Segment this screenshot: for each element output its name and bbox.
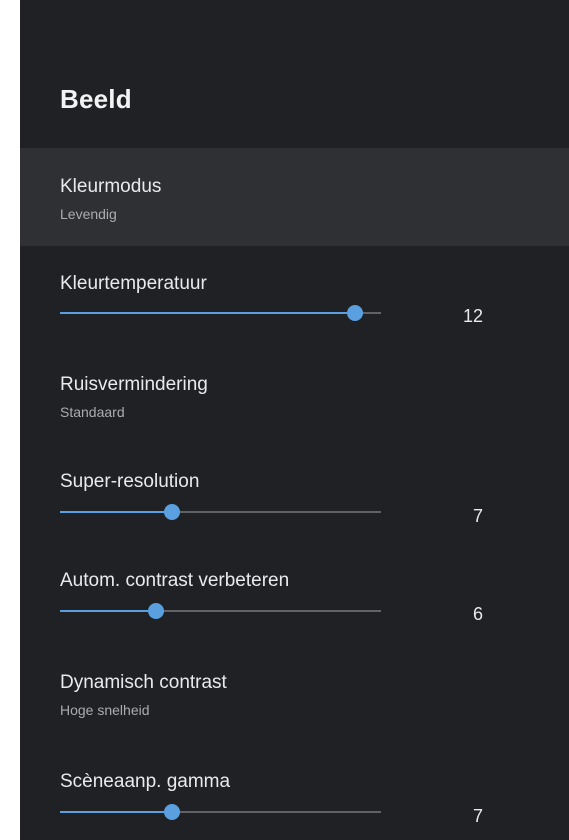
- setting-label: Super-resolution: [60, 471, 200, 492]
- color-temperature-slider[interactable]: [60, 305, 381, 321]
- settings-panel: Beeld Kleurmodus Levendig Kleurtemperatu…: [20, 0, 569, 840]
- slider-thumb[interactable]: [347, 305, 364, 321]
- panel-header: Beeld: [20, 0, 569, 148]
- slider-thumb[interactable]: [148, 603, 165, 619]
- setting-noise-reduction[interactable]: Ruisvermindering Standaard: [20, 344, 569, 442]
- setting-scene-gamma[interactable]: Scèneaanp. gamma 7: [20, 736, 569, 834]
- setting-label: Kleurmodus: [60, 176, 162, 197]
- setting-label: Scèneaanp. gamma: [60, 771, 231, 792]
- super-resolution-slider[interactable]: [60, 504, 381, 520]
- auto-contrast-slider[interactable]: [60, 603, 381, 619]
- slider-fill: [60, 312, 356, 314]
- setting-color-temperature[interactable]: Kleurtemperatuur 12: [20, 246, 569, 344]
- setting-label: Kleurtemperatuur: [60, 273, 207, 294]
- slider-thumb[interactable]: [164, 804, 181, 820]
- slider-value: 7: [472, 806, 483, 826]
- slider-value: 12: [462, 306, 483, 326]
- slider-fill: [60, 511, 173, 513]
- slider-thumb[interactable]: [164, 504, 181, 520]
- scene-gamma-slider[interactable]: [60, 804, 381, 820]
- page-title: Beeld: [60, 84, 132, 114]
- setting-label: Ruisvermindering: [60, 374, 208, 395]
- slider-value: 6: [472, 604, 483, 624]
- setting-label: Autom. contrast verbeteren: [60, 570, 290, 591]
- setting-value: Hoge snelheid: [60, 702, 150, 718]
- setting-label: Dynamisch contrast: [60, 672, 227, 693]
- setting-value: Standaard: [60, 404, 125, 420]
- setting-color-mode[interactable]: Kleurmodus Levendig: [20, 148, 569, 246]
- slider-fill: [60, 811, 173, 813]
- setting-value: Levendig: [60, 206, 117, 222]
- setting-auto-contrast[interactable]: Autom. contrast verbeteren 6: [20, 540, 569, 638]
- slider-fill: [60, 610, 157, 612]
- setting-dynamic-contrast[interactable]: Dynamisch contrast Hoge snelheid: [20, 638, 569, 736]
- slider-value: 7: [472, 506, 483, 526]
- setting-super-resolution[interactable]: Super-resolution 7: [20, 442, 569, 540]
